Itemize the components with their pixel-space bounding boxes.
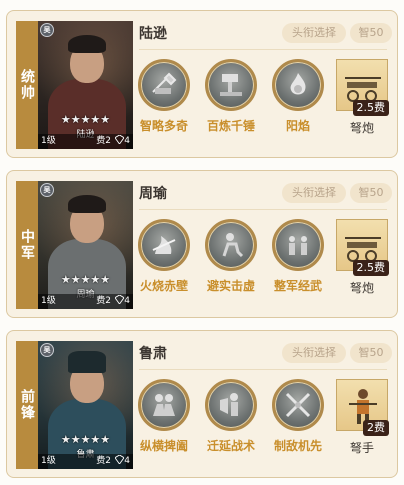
title-select-button[interactable]: 头衔选择 bbox=[282, 343, 346, 363]
level-label: 1级 bbox=[41, 136, 56, 146]
portrait-footer: 1级 费2 4 bbox=[38, 134, 133, 149]
troop-cost: 2费 bbox=[363, 420, 389, 436]
skill-slot-3[interactable]: 制敌机先 bbox=[262, 379, 334, 459]
skill-slot-2[interactable]: 迁延战术 bbox=[195, 379, 267, 459]
skill-label: 火烧赤壁 bbox=[139, 279, 188, 293]
divider bbox=[139, 49, 387, 50]
skill-slot-2[interactable]: 避实击虚 bbox=[195, 219, 267, 299]
skill-label: 制敌机先 bbox=[273, 439, 322, 453]
troop-label: 弩炮 bbox=[349, 281, 374, 295]
skill-slot-2[interactable]: 百炼千锤 bbox=[195, 59, 267, 139]
level-label: 1级 bbox=[41, 296, 56, 306]
hero-name: 鲁肃 bbox=[139, 346, 167, 362]
fire-skill-icon bbox=[138, 219, 190, 271]
cost-label: 费2 bbox=[96, 456, 111, 466]
strategy-skill-icon bbox=[138, 59, 190, 111]
troop-slot[interactable]: 2费 弩手 bbox=[335, 379, 389, 459]
faction-icon: 吴 bbox=[40, 23, 54, 37]
skill-label: 避实击虚 bbox=[206, 279, 255, 293]
hero-card-1[interactable]: 统帅 吴 ★★★★★ 陆逊 1级 费2 4 陆逊 头衔选择 智50 智略多奇 百… bbox=[6, 10, 398, 158]
faction-icon: 吴 bbox=[40, 183, 54, 197]
hero-card-3[interactable]: 前锋 吴 ★★★★★ 鲁肃 1级 费2 4 鲁肃 头衔选择 智50 纵横捭阖 迁… bbox=[6, 330, 398, 478]
hero-portrait[interactable]: 吴 ★★★★★ 陆逊 1级 费2 4 bbox=[38, 21, 133, 149]
shield-soldier-icon bbox=[205, 379, 257, 431]
faction-icon: 吴 bbox=[40, 343, 54, 357]
hero-portrait[interactable]: 吴 ★★★★★ 周瑜 1级 费2 4 bbox=[38, 181, 133, 309]
hero-name: 陆逊 bbox=[139, 26, 167, 42]
troop-label: 弩炮 bbox=[349, 121, 374, 135]
position-tab: 前锋 bbox=[16, 341, 38, 469]
ballista-icon: 2.5费 bbox=[336, 219, 389, 276]
divider bbox=[139, 209, 387, 210]
crossed-weapons-icon bbox=[272, 379, 324, 431]
rank-shield-icon bbox=[114, 294, 125, 305]
hero-portrait[interactable]: 吴 ★★★★★ 鲁肃 1级 费2 4 bbox=[38, 341, 133, 469]
troop-slot[interactable]: 2.5费 弩炮 bbox=[335, 219, 389, 299]
ballista-icon: 2.5费 bbox=[336, 59, 389, 116]
divider bbox=[139, 369, 387, 370]
army-skill-icon bbox=[272, 219, 324, 271]
diplomat-skill-icon bbox=[138, 379, 190, 431]
skill-label: 百炼千锤 bbox=[206, 119, 255, 133]
cost-label: 费2 bbox=[96, 136, 111, 146]
portrait-footer: 1级 费2 4 bbox=[38, 454, 133, 469]
intelligence-badge: 智50 bbox=[350, 23, 392, 43]
star-rating: ★★★★★ bbox=[60, 273, 111, 286]
skill-label: 纵横捭阖 bbox=[139, 439, 188, 453]
kneel-skill-icon bbox=[205, 219, 257, 271]
crossbowman-icon: 2费 bbox=[336, 379, 389, 436]
skill-slot-1[interactable]: 火烧赤壁 bbox=[128, 219, 200, 299]
star-rating: ★★★★★ bbox=[60, 433, 111, 446]
troop-cost: 2.5费 bbox=[352, 260, 389, 276]
hammer-skill-icon bbox=[205, 59, 257, 111]
title-select-button[interactable]: 头衔选择 bbox=[282, 23, 346, 43]
skill-label: 迁延战术 bbox=[206, 439, 255, 453]
star-rating: ★★★★★ bbox=[60, 113, 111, 126]
skill-label: 智略多奇 bbox=[139, 119, 188, 133]
troop-slot[interactable]: 2.5费 弩炮 bbox=[335, 59, 389, 139]
level-label: 1级 bbox=[41, 456, 56, 466]
skill-label: 阳焰 bbox=[285, 119, 310, 133]
skill-slot-3[interactable]: 阳焰 bbox=[262, 59, 334, 139]
rank-shield-icon bbox=[114, 454, 125, 465]
flame-skill-icon bbox=[272, 59, 324, 111]
rank-shield-icon bbox=[114, 134, 125, 145]
skill-slot-3[interactable]: 整军经武 bbox=[262, 219, 334, 299]
position-tab: 统帅 bbox=[16, 21, 38, 149]
title-select-button[interactable]: 头衔选择 bbox=[282, 183, 346, 203]
troop-label: 弩手 bbox=[349, 441, 374, 455]
hero-name: 周瑜 bbox=[139, 186, 167, 202]
position-tab: 中军 bbox=[16, 181, 38, 309]
troop-cost: 2.5费 bbox=[352, 100, 389, 116]
cost-label: 费2 bbox=[96, 296, 111, 306]
skill-label: 整军经武 bbox=[273, 279, 322, 293]
portrait-footer: 1级 费2 4 bbox=[38, 294, 133, 309]
intelligence-badge: 智50 bbox=[350, 183, 392, 203]
hero-card-2[interactable]: 中军 吴 ★★★★★ 周瑜 1级 费2 4 周瑜 头衔选择 智50 火烧赤壁 避… bbox=[6, 170, 398, 318]
skill-slot-1[interactable]: 纵横捭阖 bbox=[128, 379, 200, 459]
skill-slot-1[interactable]: 智略多奇 bbox=[128, 59, 200, 139]
intelligence-badge: 智50 bbox=[350, 343, 392, 363]
